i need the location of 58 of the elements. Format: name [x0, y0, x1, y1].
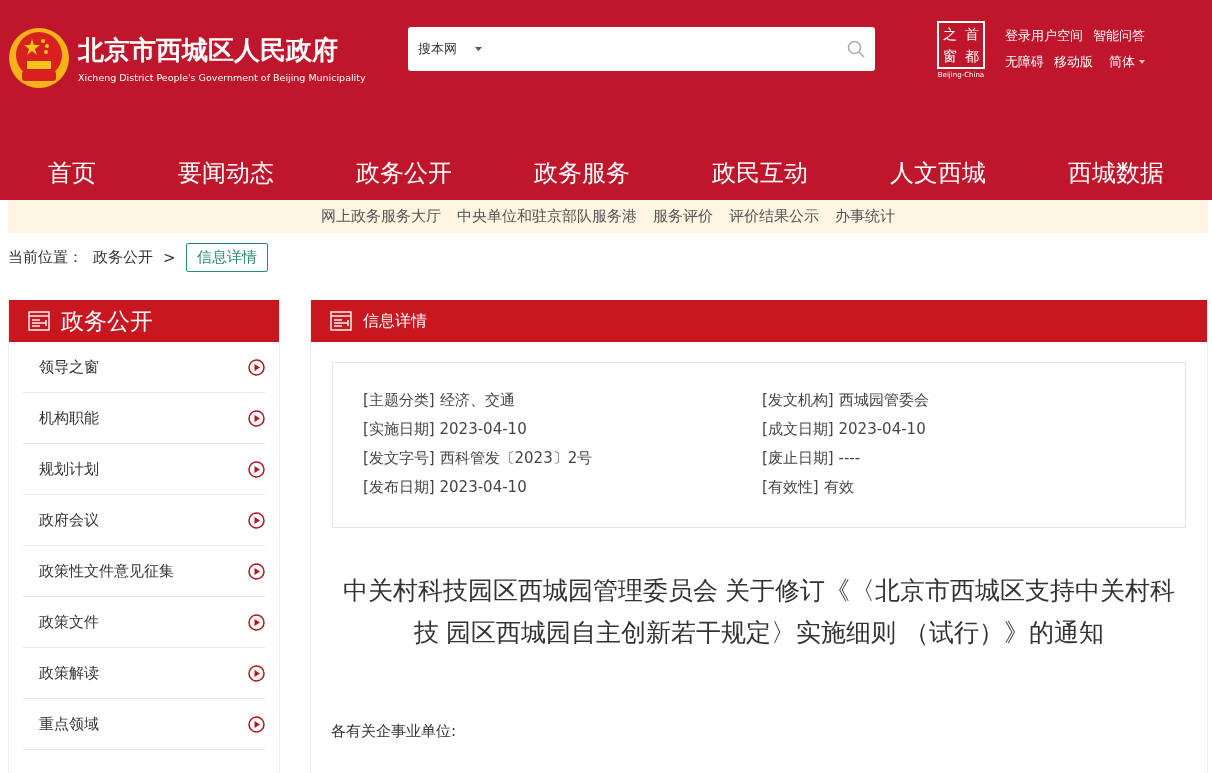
- subnav-link[interactable]: 评价结果公示: [729, 207, 819, 226]
- play-icon[interactable]: [248, 613, 265, 631]
- meta-field: [主题分类] 经济、交通: [363, 391, 762, 410]
- header-link[interactable]: 移动版: [1054, 52, 1093, 71]
- panel-title: 信息详情: [363, 310, 427, 332]
- sidebar-item[interactable]: 领导之窗: [39, 357, 99, 377]
- site-subtitle: Xicheng District People's Government of Beijing Municipality: [78, 71, 366, 83]
- play-icon[interactable]: [248, 409, 265, 427]
- subnav-link[interactable]: 网上政务服务大厅: [321, 207, 441, 226]
- sidebar-item[interactable]: 机构职能: [39, 408, 99, 428]
- sidebar-item[interactable]: 规划计划: [39, 459, 99, 479]
- meta-field: [成文日期] 2023-04-10: [762, 420, 1155, 439]
- play-icon[interactable]: [248, 358, 265, 376]
- caret-icon: [475, 46, 482, 51]
- language-link[interactable]: 简体: [1109, 52, 1135, 71]
- breadcrumb-separator: >: [163, 248, 176, 267]
- nav-item[interactable]: 政务公开: [356, 157, 452, 189]
- nav-item[interactable]: 首页: [48, 157, 96, 189]
- sidebar-item[interactable]: 政策解读: [39, 663, 99, 683]
- document-icon: [27, 309, 51, 333]
- sidebar-item[interactable]: 政府会议: [39, 510, 99, 530]
- play-icon[interactable]: [248, 562, 265, 580]
- header-link[interactable]: 登录用户空间: [1005, 26, 1083, 45]
- breadcrumb-current[interactable]: 信息详情: [185, 243, 268, 272]
- nav-item[interactable]: 政务服务: [534, 157, 630, 189]
- meta-field: [发文字号] 西科管发〔2023〕2号: [363, 449, 762, 468]
- nav-item[interactable]: 西城数据: [1068, 157, 1164, 189]
- nav-item[interactable]: 要闻动态: [178, 157, 274, 189]
- subnav-link[interactable]: 服务评价: [653, 207, 713, 226]
- meta-field: [实施日期] 2023-04-10: [363, 420, 762, 439]
- meta-field: [有效性] 有效: [762, 478, 1155, 497]
- caret-icon: [1139, 59, 1145, 64]
- nav-item[interactable]: 人文西城: [890, 157, 986, 189]
- play-icon[interactable]: [248, 460, 265, 478]
- subnav-link[interactable]: 办事统计: [835, 207, 895, 226]
- meta-field: [发布日期] 2023-04-10: [363, 478, 762, 497]
- breadcrumb-link[interactable]: 政务公开: [93, 248, 153, 267]
- document-icon: [329, 309, 353, 333]
- play-icon[interactable]: [248, 664, 265, 682]
- article-title: 中关村科技园区西城园管理委员会 关于修订《〈北京市西城区支持中关村科技 园区西城园自主创新若干规定〉实施细则 （试行）》的通知: [341, 575, 1177, 649]
- breadcrumb-label: 当前位置：: [8, 248, 83, 267]
- play-icon[interactable]: [248, 715, 265, 733]
- play-icon[interactable]: [248, 511, 265, 529]
- header-link[interactable]: 智能问答: [1093, 26, 1145, 45]
- sidebar-item[interactable]: 重点领域: [39, 714, 99, 734]
- site-title: 北京市西城区人民政府: [78, 33, 339, 67]
- sidebar-item[interactable]: 政策文件: [39, 612, 99, 632]
- emblem-icon: [8, 26, 70, 89]
- sidebar-title: 政务公开: [61, 306, 153, 336]
- sidebar-item[interactable]: 政策性文件意见征集: [39, 561, 174, 581]
- meta-field: [发文机构] 西城园管委会: [762, 391, 1155, 410]
- search-field[interactable]: 搜本网: [408, 26, 875, 71]
- salutation: 各有关企事业单位:: [331, 722, 458, 741]
- search-scope[interactable]: 搜本网: [418, 39, 457, 58]
- meta-field: [废止日期] ----: [762, 449, 1155, 468]
- header-link[interactable]: 无障碍: [1005, 52, 1044, 71]
- subnav-link[interactable]: 中央单位和驻京部队服务港: [457, 207, 637, 226]
- nav-item[interactable]: 政民互动: [712, 157, 808, 189]
